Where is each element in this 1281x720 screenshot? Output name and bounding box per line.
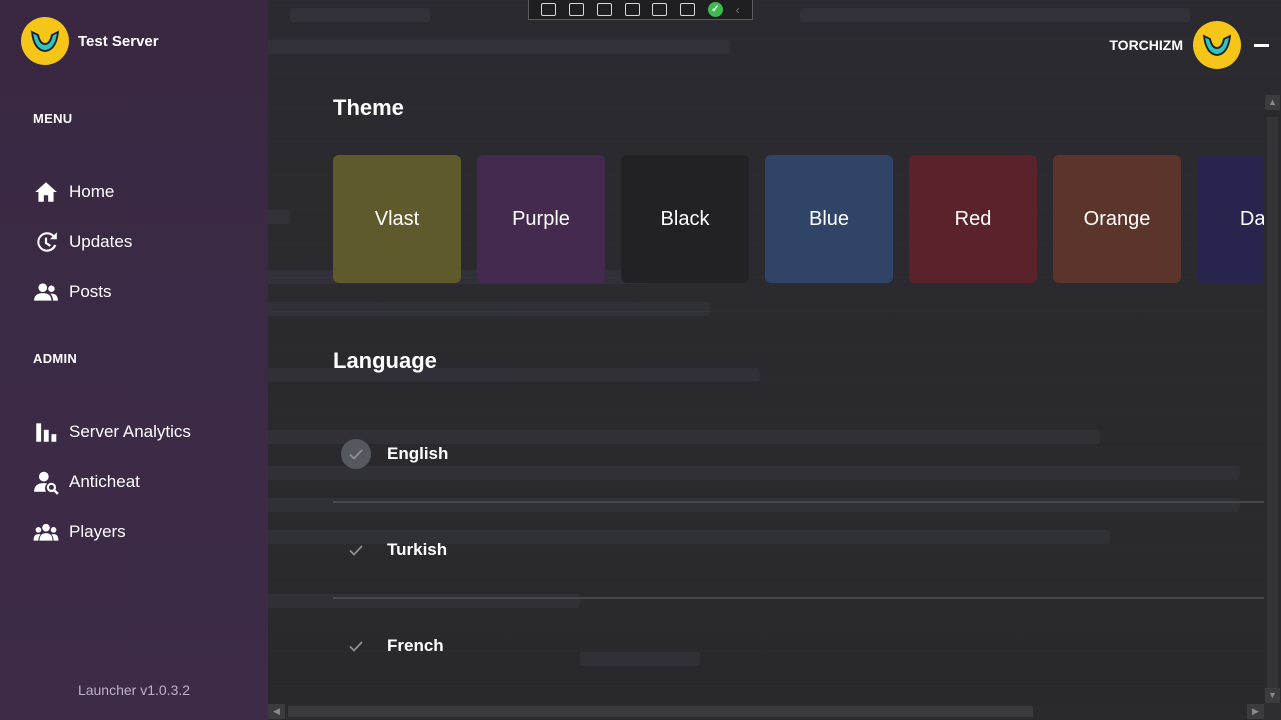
language-check — [341, 631, 371, 661]
track-focus-icon[interactable] — [652, 3, 668, 16]
select-element-icon[interactable] — [596, 3, 612, 16]
avatar — [1193, 21, 1241, 69]
hot-reload-ok-icon[interactable]: ✓ — [707, 2, 723, 17]
theme-option-black[interactable]: Black — [621, 155, 749, 283]
minimize-button[interactable] — [1254, 44, 1269, 47]
debug-toolbar: ✓ ‹ — [528, 0, 753, 20]
server-name: Test Server — [78, 32, 159, 50]
server-logo-icon — [21, 17, 69, 65]
adorner-icon[interactable] — [624, 3, 640, 16]
admin-section-title: ADMIN — [33, 351, 78, 366]
history-icon — [37, 232, 57, 252]
theme-label: Dark — [1239, 207, 1264, 230]
sidebar-item-posts[interactable]: Posts — [33, 277, 253, 307]
check-icon — [349, 449, 363, 460]
sidebar-item-label: Anticheat — [69, 472, 140, 491]
theme-option-vlast[interactable]: Vlast — [333, 155, 461, 283]
sidebar-item-server-analytics[interactable]: Server Analytics — [33, 417, 253, 447]
avatar-logo-icon — [1202, 34, 1232, 56]
camera-icon[interactable] — [569, 3, 585, 16]
sidebar-item-updates[interactable]: Updates — [33, 227, 253, 257]
bar-chart-icon — [36, 423, 57, 442]
sidebar-item-players[interactable]: Players — [33, 517, 253, 547]
launcher-version: Launcher v1.0.3.2 — [77, 682, 191, 698]
theme-option-orange[interactable]: Orange — [1053, 155, 1181, 283]
language-label: Turkish — [387, 540, 448, 559]
scroll-down-icon[interactable]: ▼ — [1265, 688, 1280, 703]
user-search-icon — [34, 471, 59, 495]
theme-label: Purple — [512, 207, 570, 230]
theme-label: Orange — [1083, 207, 1151, 230]
scroll-thumb[interactable] — [1267, 117, 1278, 692]
language-section-title: Language — [333, 348, 437, 373]
theme-label: Blue — [808, 207, 850, 230]
scroll-left-icon[interactable]: ◀ — [268, 704, 285, 719]
language-option-english[interactable]: English — [333, 406, 1264, 502]
theme-option-blue[interactable]: Blue — [765, 155, 893, 283]
language-check — [341, 535, 371, 565]
check-icon — [349, 545, 363, 556]
hot-reload-icon[interactable] — [680, 3, 696, 16]
sidebar-item-label: Updates — [69, 232, 133, 251]
scrollbar-corner — [1264, 703, 1281, 720]
brand[interactable]: Test Server — [21, 17, 159, 65]
theme-option-purple[interactable]: Purple — [477, 155, 605, 283]
language-label: French — [387, 636, 444, 655]
backdrop-line — [290, 8, 430, 22]
live-tree-icon[interactable] — [541, 3, 557, 16]
scroll-thumb[interactable] — [288, 706, 1033, 717]
menu-section-title: MENU — [33, 111, 73, 126]
backdrop-line — [190, 40, 730, 54]
sidebar-item-label: Posts — [69, 282, 112, 301]
group-icon — [33, 523, 59, 541]
sidebar-item-label: Players — [69, 522, 126, 541]
theme-option-dark[interactable]: Dark — [1197, 155, 1264, 283]
vertical-scrollbar[interactable]: ▲ ▼ — [1264, 95, 1281, 703]
home-icon — [35, 182, 57, 202]
user-area[interactable]: TORCHIZM — [1109, 21, 1241, 69]
horizontal-scrollbar[interactable]: ◀ ▶ — [268, 703, 1264, 720]
users-icon — [34, 283, 58, 301]
language-option-turkish[interactable]: Turkish — [333, 502, 1264, 598]
language-option-french[interactable]: French — [333, 598, 1264, 694]
sidebar: Test Server MENU Home Updates Posts ADMI… — [0, 0, 268, 720]
backdrop-line — [800, 8, 1190, 22]
theme-label: Black — [660, 207, 710, 230]
theme-section-title: Theme — [333, 95, 404, 120]
user-name: TORCHIZM — [1109, 37, 1183, 53]
theme-option-red[interactable]: Red — [909, 155, 1037, 283]
sidebar-item-anticheat[interactable]: Anticheat — [33, 467, 253, 497]
sidebar-item-home[interactable]: Home — [33, 177, 253, 207]
scroll-up-icon[interactable]: ▲ — [1265, 95, 1280, 110]
language-check — [341, 439, 371, 469]
theme-label: Red — [954, 207, 992, 230]
theme-list: Vlast Purple Black Blue Red Orange Dark — [333, 155, 1264, 283]
language-label: English — [387, 444, 449, 463]
check-icon — [349, 641, 363, 652]
collapse-toolbar-icon[interactable]: ‹ — [736, 3, 740, 17]
theme-label: Vlast — [374, 207, 420, 230]
scroll-right-icon[interactable]: ▶ — [1247, 704, 1264, 719]
sidebar-item-label: Server Analytics — [69, 422, 191, 441]
sidebar-item-label: Home — [69, 182, 115, 201]
